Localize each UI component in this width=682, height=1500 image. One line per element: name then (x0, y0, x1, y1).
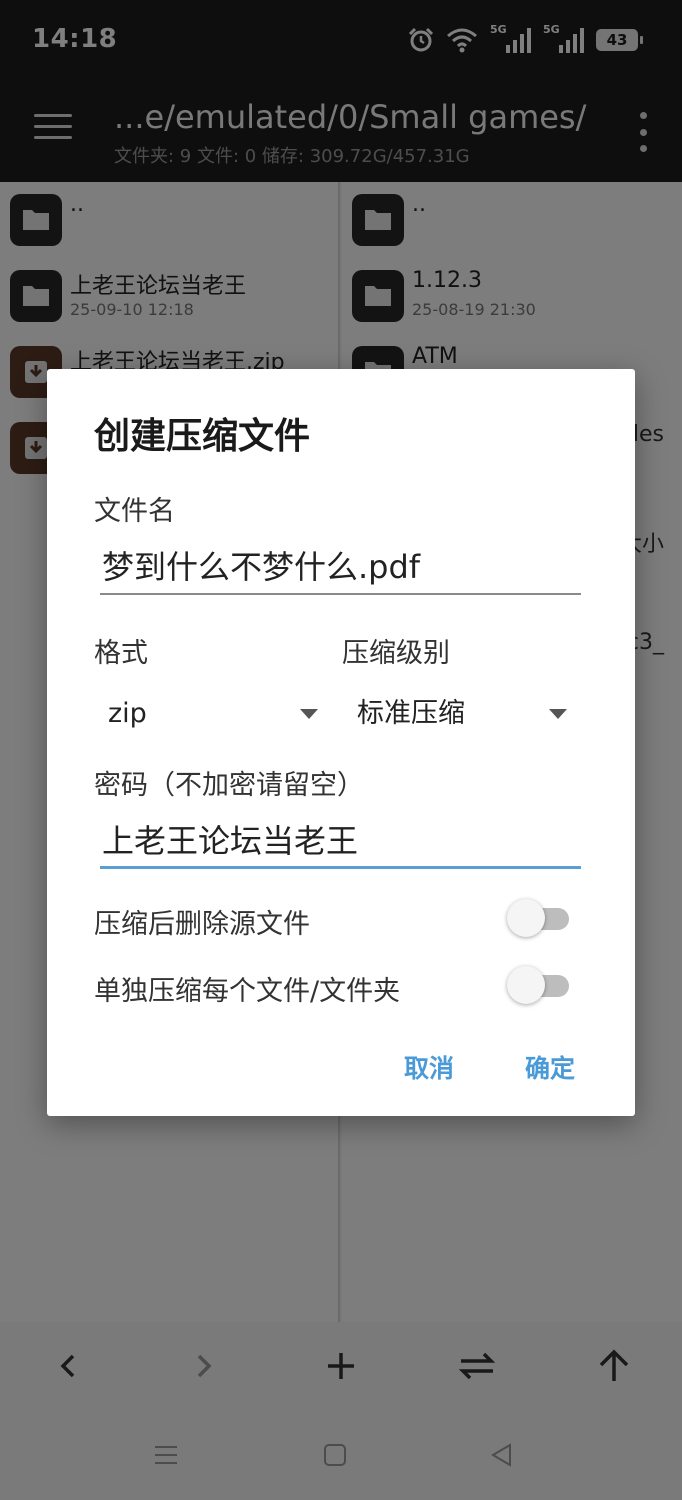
cancel-button[interactable]: 取消 (404, 1049, 454, 1085)
password-input[interactable]: 上老王论坛当老王 (100, 813, 581, 869)
dropdown-arrow-icon (300, 709, 318, 719)
dropdown-arrow-icon (549, 709, 567, 719)
separate-compress-label: 单独压缩每个文件/文件夹 (94, 976, 401, 1007)
compression-level-value: 标准压缩 (357, 698, 465, 729)
delete-source-toggle[interactable] (507, 898, 571, 938)
delete-source-label: 压缩后删除源文件 (94, 909, 310, 940)
format-select[interactable]: zip (108, 689, 318, 739)
separate-compress-toggle[interactable] (507, 965, 571, 1005)
create-archive-dialog: 创建压缩文件 文件名 梦到什么不梦什么.pdf 格式 压缩级别 zip 标准压缩… (47, 369, 635, 1116)
ok-button[interactable]: 确定 (525, 1049, 575, 1085)
password-label: 密码（不加密请留空） (94, 770, 364, 801)
format-value: zip (108, 698, 147, 729)
filename-label: 文件名 (94, 496, 175, 527)
compression-level-label: 压缩级别 (342, 638, 450, 669)
dialog-title: 创建压缩文件 (94, 416, 311, 457)
compression-level-select[interactable]: 标准压缩 (357, 689, 567, 739)
filename-input[interactable]: 梦到什么不梦什么.pdf (100, 539, 581, 595)
format-label: 格式 (94, 638, 148, 669)
